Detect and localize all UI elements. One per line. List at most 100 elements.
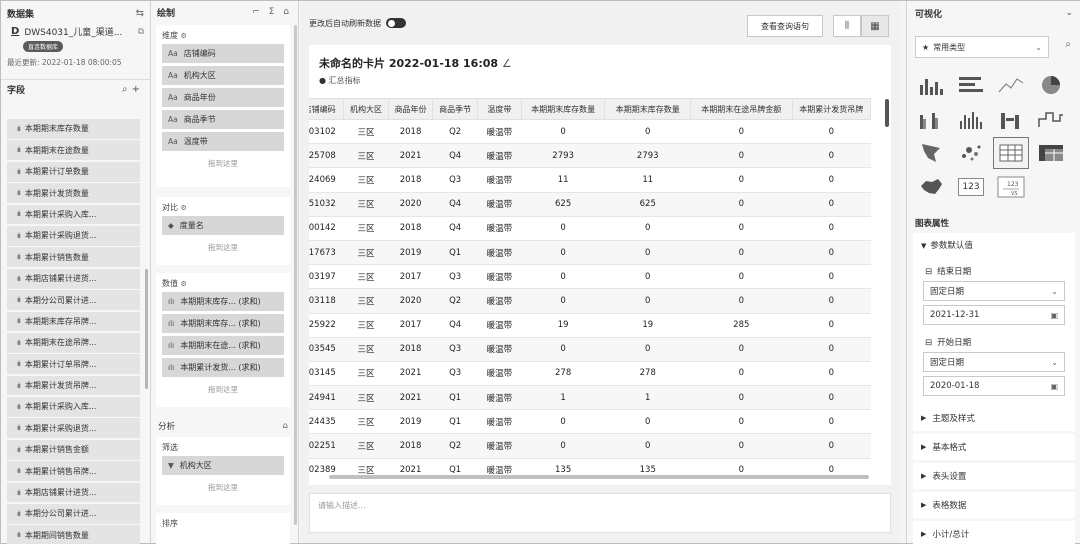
- gear-icon[interactable]: ⚙: [181, 280, 187, 288]
- property-section-item[interactable]: ▶ 小计/总计: [913, 521, 1075, 544]
- field-item[interactable]: ılı 本期期末在途数量: [7, 140, 140, 161]
- field-item[interactable]: ılı 本期分公司累计进...: [7, 504, 140, 524]
- property-section-item[interactable]: ▶ 表格数据: [913, 492, 1075, 518]
- multi-column-icon[interactable]: [953, 103, 989, 135]
- column-header[interactable]: 本期期末库存数量: [520, 98, 606, 120]
- scatter-chart-icon[interactable]: [953, 137, 989, 169]
- table-row[interactable]: 403197三区2017Q3暖温带0000: [309, 264, 871, 290]
- table-row[interactable]: 003145三区2021Q3暖温带27827800: [309, 361, 871, 387]
- field-chip[interactable]: Aa 机构大区: [162, 66, 284, 85]
- table-horizontal-scrollbar[interactable]: [329, 475, 869, 479]
- compare-drop-zone[interactable]: 拖到这里: [162, 238, 284, 256]
- column-header[interactable]: 本期累计发货吊牌: [791, 98, 872, 120]
- field-chip[interactable]: Aa 商品季节: [162, 110, 284, 129]
- field-chip[interactable]: Aa 商品年份: [162, 88, 284, 107]
- pivot-table-icon[interactable]: [1033, 137, 1069, 169]
- values-drop-zone[interactable]: 拖到这里: [162, 380, 284, 398]
- table-row[interactable]: 003118三区2020Q2暖温带0000: [309, 288, 871, 314]
- table-row[interactable]: 125922三区2017Q4暖温带19192850: [309, 313, 871, 338]
- summary-indicator[interactable]: ● 汇总指标: [319, 75, 361, 86]
- field-item[interactable]: ılı 本期累计发货数量: [7, 183, 140, 203]
- edit-dataset-icon[interactable]: ⧉: [138, 27, 144, 37]
- table-row[interactable]: 700142三区2018Q4暖温带0000: [309, 216, 871, 241]
- end-date-input[interactable]: 2021-12-31 ▣: [923, 305, 1065, 325]
- field-item[interactable]: ılı 本期店铺累计进货...: [7, 482, 140, 503]
- table-view-button[interactable]: ▦: [861, 15, 889, 37]
- table-row[interactable]: 724435三区2019Q1暖温带0000: [309, 409, 871, 435]
- map-chart-icon[interactable]: [913, 171, 949, 203]
- field-item[interactable]: ılı 本期分公司累计进...: [7, 290, 140, 310]
- line-chart-icon[interactable]: [993, 69, 1029, 101]
- column-header[interactable]: 店铺编码: [309, 98, 345, 120]
- grouped-column-icon[interactable]: [913, 103, 949, 135]
- field-item[interactable]: ılı 本期累计销售吊牌...: [7, 461, 140, 482]
- draw-panel-scrollbar[interactable]: [294, 25, 297, 525]
- table-row[interactable]: 717673三区2019Q1暖温带0000: [309, 240, 871, 266]
- field-item[interactable]: ılı 本期累计采购退货...: [7, 225, 140, 246]
- analysis-icon[interactable]: ⌂: [283, 421, 288, 431]
- column-chart-icon[interactable]: [913, 69, 949, 101]
- description-input[interactable]: 请输入描述...: [309, 493, 891, 533]
- kpi-compare-icon[interactable]: 123 VS: [993, 171, 1029, 203]
- field-chip[interactable]: Aa 店铺编码: [162, 44, 284, 63]
- table-row[interactable]: 703545三区2018Q3暖温带0000: [309, 337, 871, 362]
- field-item[interactable]: ılı 本期累计采购入库...: [7, 204, 140, 225]
- table-row[interactable]: 224069三区2018Q3暖温带111100: [309, 167, 871, 193]
- field-item[interactable]: ılı 本期期末库存数量: [7, 119, 140, 139]
- field-chip[interactable]: Aa 温度带: [162, 132, 284, 151]
- edit-title-icon[interactable]: ∠: [502, 57, 512, 70]
- field-item[interactable]: ılı 本期累计销售数量: [7, 247, 140, 268]
- search-icon[interactable]: ⌕: [1065, 39, 1071, 50]
- table-row[interactable]: 124941三区2021Q1暖温带1100: [309, 385, 871, 411]
- field-list-scrollbar[interactable]: [145, 269, 148, 389]
- field-item[interactable]: ılı 本期期末在途吊牌...: [7, 332, 140, 353]
- bar-chart-icon[interactable]: [953, 69, 989, 101]
- start-date-mode-select[interactable]: 固定日期 ⌄: [923, 352, 1065, 372]
- range-column-icon[interactable]: [993, 103, 1029, 135]
- chart-type-select[interactable]: ★ 常用类型 ⌄: [915, 36, 1049, 58]
- field-item[interactable]: ılı 本期期末库存吊牌...: [7, 311, 140, 332]
- column-header[interactable]: 本期期末库存数量: [604, 98, 692, 120]
- table-vertical-scrollbar[interactable]: [885, 99, 889, 127]
- field-chip[interactable]: ılı 本期期末库存... (求和): [162, 314, 284, 333]
- column-header[interactable]: 本期期末在途吊牌金额: [690, 98, 793, 120]
- parameter-defaults-header[interactable]: ▼ 参数默认值: [921, 239, 973, 251]
- gear-icon[interactable]: ⚙: [181, 32, 187, 40]
- field-chip[interactable]: ◆ 度量名: [162, 216, 284, 235]
- property-section-item[interactable]: ▶ 表头设置: [913, 463, 1075, 489]
- funnel-chart-icon[interactable]: [913, 137, 949, 169]
- property-section-item[interactable]: ▶ 基本格式: [913, 434, 1075, 460]
- collapse-icon[interactable]: ⌄: [1065, 8, 1073, 18]
- table-chart-icon[interactable]: [993, 137, 1029, 169]
- field-chip[interactable]: ılı 本期累计发货... (求和): [162, 358, 284, 377]
- start-date-input[interactable]: 2020-01-18 ▣: [923, 376, 1065, 396]
- table-row[interactable]: 225708三区2021Q4暖温带2793279300: [309, 143, 871, 169]
- column-header[interactable]: 商品年份: [387, 98, 434, 120]
- field-chip[interactable]: ılı 本期期末在途... (求和): [162, 336, 284, 355]
- auto-refresh-toggle[interactable]: [386, 18, 406, 28]
- field-item[interactable]: ılı 本期店铺累计进货...: [7, 268, 140, 289]
- gear-icon[interactable]: ⚙: [181, 204, 187, 212]
- pie-chart-icon[interactable]: [1033, 69, 1069, 101]
- switch-dataset-icon[interactable]: ⇆: [136, 8, 144, 19]
- calendar-icon[interactable]: ▣: [1050, 311, 1058, 320]
- field-item[interactable]: ılı 本期累计采购退货...: [7, 418, 140, 439]
- calendar-icon[interactable]: ▣: [1050, 382, 1058, 391]
- field-item[interactable]: ılı 本期累计采购入库...: [7, 397, 140, 417]
- field-chip[interactable]: ▼ 机构大区: [162, 456, 284, 475]
- dataset-name-row[interactable]: D DWS4031_儿童_渠道... ⧉: [1, 21, 150, 38]
- column-header[interactable]: 机构大区: [343, 98, 389, 120]
- column-header[interactable]: 商品季节: [432, 98, 478, 120]
- table-row[interactable]: 203102三区2018Q2暖温带0000: [309, 119, 871, 145]
- field-item[interactable]: ılı 本期累计订单数量: [7, 161, 140, 182]
- filter-drop-zone[interactable]: 拖到这里: [162, 478, 284, 496]
- field-item[interactable]: ılı 本期累计发货吊牌...: [7, 375, 140, 396]
- column-header[interactable]: 温度带: [476, 98, 522, 120]
- kpi-number-icon[interactable]: 123: [953, 171, 989, 203]
- field-item[interactable]: ılı 本期期间销售数量: [7, 525, 140, 544]
- add-field-icon[interactable]: +: [132, 84, 144, 95]
- end-date-mode-select[interactable]: 固定日期 ⌄: [923, 281, 1065, 301]
- search-icon[interactable]: ⌕: [122, 84, 132, 95]
- view-query-button[interactable]: 查看查询语句: [747, 15, 823, 37]
- property-section-item[interactable]: ▶ 主题及样式: [913, 405, 1075, 431]
